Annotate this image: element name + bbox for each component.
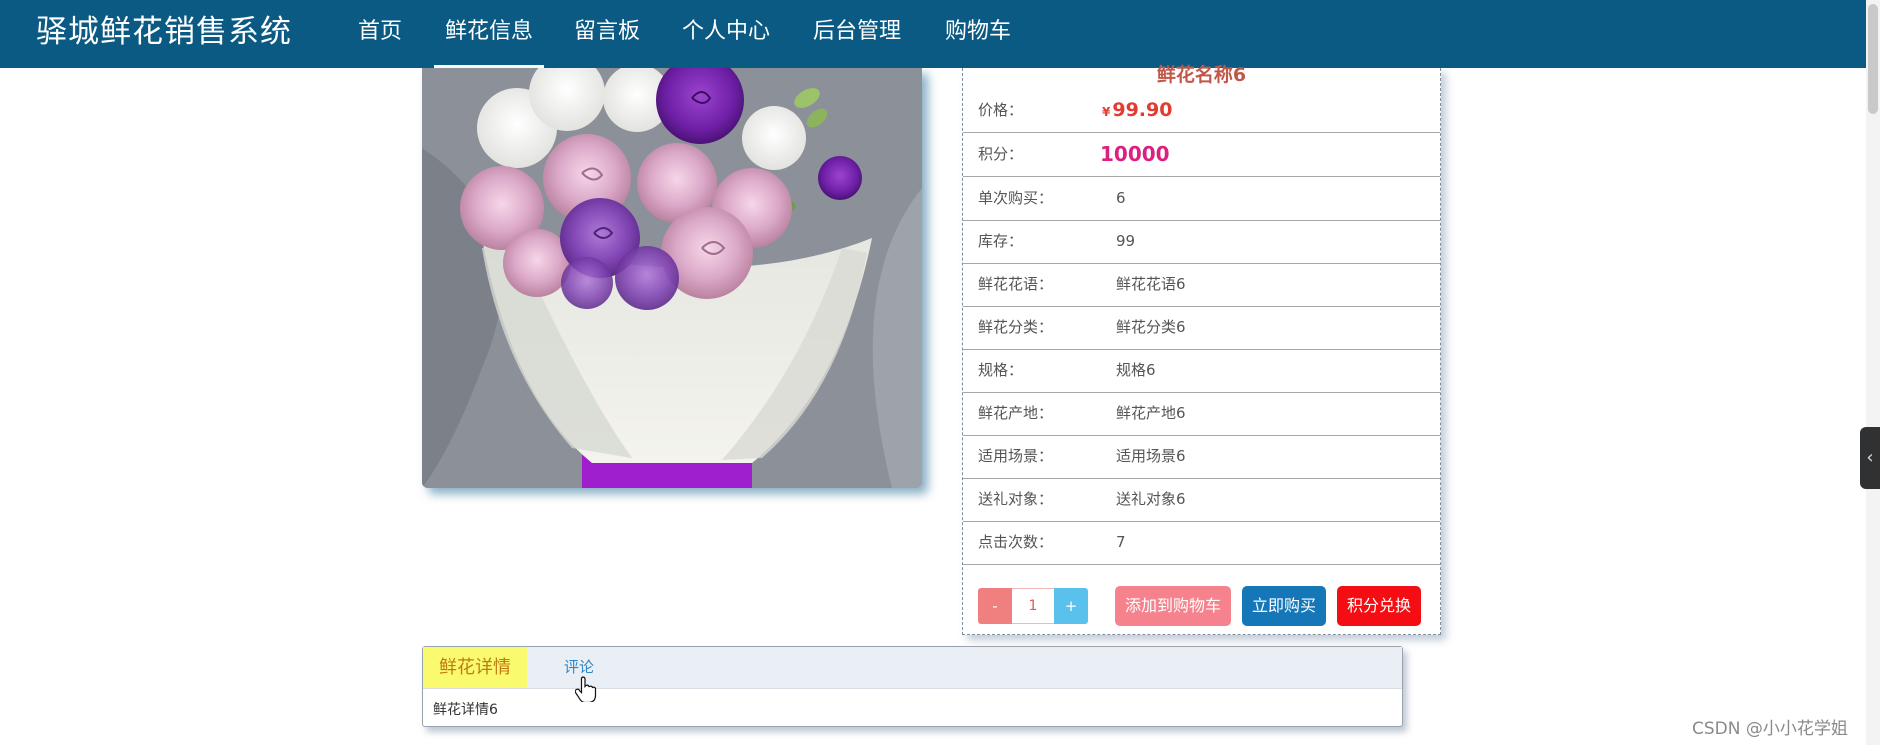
detail-value: 规格6: [1116, 361, 1156, 379]
detail-label: 库存：: [978, 232, 1024, 250]
detail-row: 送礼对象： 送礼对象6: [963, 478, 1440, 522]
page-scrollbar[interactable]: [1866, 0, 1880, 745]
detail-row: 规格： 规格6: [963, 349, 1440, 393]
detail-value: 鲜花产地6: [1116, 404, 1186, 422]
detail-row: 单次购买： 6: [963, 177, 1440, 221]
quantity-decrease-button[interactable]: -: [978, 588, 1012, 624]
points-exchange-button[interactable]: 积分兑换: [1337, 586, 1421, 626]
detail-label: 鲜花分类：: [978, 318, 1054, 336]
scrollbar-thumb[interactable]: [1868, 4, 1878, 114]
nav-admin[interactable]: 后台管理: [812, 0, 902, 66]
top-nav-bar: 驿城鲜花销售系统 首页 鲜花信息 留言板 个人中心 后台管理 购物车: [0, 0, 1866, 68]
nav-message-board[interactable]: 留言板: [573, 0, 641, 66]
currency-symbol: ¥: [1102, 105, 1111, 119]
points-row: 积分： 10000: [963, 133, 1440, 177]
product-image: [422, 68, 922, 488]
detail-row: 鲜花花语： 鲜花花语6: [963, 263, 1440, 307]
detail-label: 单次购买：: [978, 189, 1054, 207]
buy-now-button[interactable]: 立即购买: [1242, 586, 1326, 626]
detail-value: 99: [1116, 232, 1136, 250]
detail-row: 鲜花分类： 鲜花分类6: [963, 306, 1440, 350]
points-label: 积分：: [978, 145, 1024, 163]
nav-flower-info[interactable]: 鲜花信息: [434, 0, 544, 68]
detail-row: 库存： 99: [963, 220, 1440, 264]
tab-bar: 鲜花详情 评论: [423, 647, 1402, 689]
tab-flower-detail[interactable]: 鲜花详情: [423, 647, 527, 688]
detail-label: 点击次数：: [978, 533, 1054, 551]
price-value: ¥99.90: [1102, 89, 1172, 134]
hand-pointer-icon: [575, 676, 597, 702]
price-label: 价格：: [978, 101, 1024, 119]
product-name: 鲜花名称6: [1156, 64, 1247, 86]
detail-row: 适用场景： 适用场景6: [963, 435, 1440, 479]
detail-value: 鲜花花语6: [1116, 275, 1186, 293]
detail-label: 鲜花花语：: [978, 275, 1054, 293]
points-value: 10000: [1100, 142, 1170, 166]
product-info-panel: 鲜花名称6 价格： ¥99.90 积分： 10000 单次购买： 6 库存： 9…: [962, 64, 1441, 635]
detail-label: 鲜花产地：: [978, 404, 1054, 422]
nav-home[interactable]: 首页: [357, 0, 403, 66]
flower-bouquet-illustration: [422, 68, 922, 488]
add-to-cart-button[interactable]: 添加到购物车: [1115, 586, 1231, 626]
detail-value: 适用场景6: [1116, 447, 1186, 465]
quantity-increase-button[interactable]: +: [1054, 588, 1088, 624]
tab-content-text: 鲜花详情6: [433, 702, 498, 718]
detail-value: 送礼对象6: [1116, 490, 1186, 508]
detail-row: 点击次数： 7: [963, 521, 1440, 565]
price-amount: 99.90: [1112, 99, 1173, 121]
detail-label: 送礼对象：: [978, 490, 1054, 508]
detail-value: 6: [1116, 189, 1126, 207]
detail-tabs: 鲜花详情 评论 鲜花详情6: [422, 646, 1403, 727]
detail-label: 规格：: [978, 361, 1024, 379]
site-brand[interactable]: 驿城鲜花销售系统: [36, 0, 292, 64]
detail-label: 适用场景：: [978, 447, 1054, 465]
detail-value: 7: [1116, 533, 1126, 551]
detail-value: 鲜花分类6: [1116, 318, 1186, 336]
nav-cart[interactable]: 购物车: [944, 0, 1012, 66]
price-row: 价格： ¥99.90: [963, 89, 1440, 133]
detail-row: 鲜花产地： 鲜花产地6: [963, 392, 1440, 436]
nav-personal-center[interactable]: 个人中心: [681, 0, 771, 66]
watermark: CSDN @小小花学姐: [1692, 719, 1848, 739]
quantity-input[interactable]: 1: [1012, 588, 1054, 624]
chevron-left-icon[interactable]: ‹: [1860, 427, 1880, 489]
